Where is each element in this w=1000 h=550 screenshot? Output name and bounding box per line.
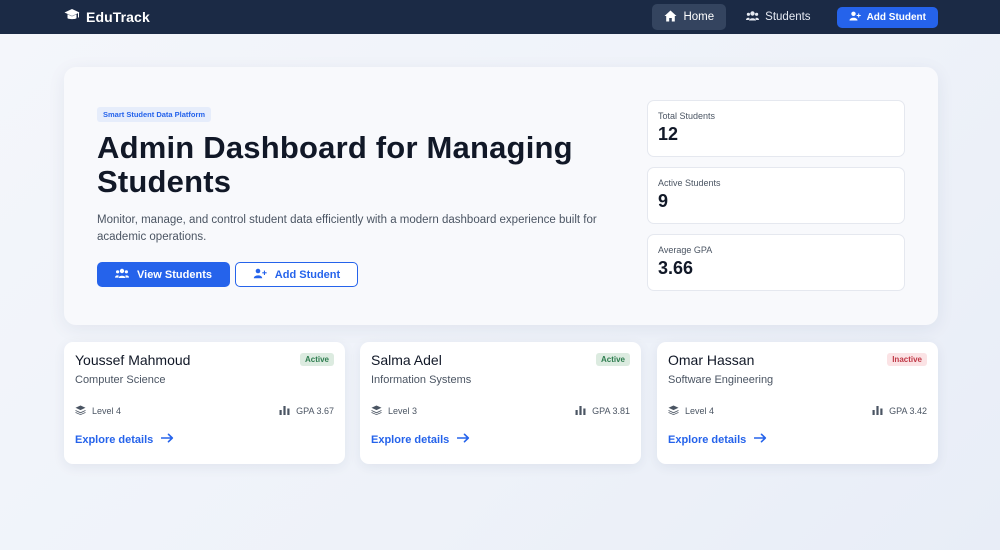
user-plus-icon	[253, 268, 267, 282]
student-gpa: GPA 3.42	[872, 405, 927, 417]
nav-links: Home Students Add Student	[652, 4, 938, 30]
student-level: Level 4	[668, 405, 714, 417]
student-name: Salma Adel	[371, 352, 442, 368]
student-major: Computer Science	[75, 374, 166, 386]
hero-description: Monitor, manage, and control student dat…	[97, 214, 597, 243]
layers-icon	[668, 405, 679, 417]
student-card: Salma Adel Active Information Systems Le…	[360, 342, 641, 464]
student-name: Youssef Mahmoud	[75, 352, 191, 368]
stat-label: Total Students	[658, 111, 716, 121]
stat-active-students: Active Students 9	[647, 167, 905, 224]
users-icon	[746, 10, 760, 25]
arrow-right-icon	[456, 433, 470, 446]
view-students-button[interactable]: View Students	[97, 262, 230, 287]
brand[interactable]: EduTrack	[64, 8, 150, 27]
status-badge: Active	[299, 353, 334, 366]
bar-chart-icon	[575, 405, 586, 417]
arrow-right-icon	[753, 433, 767, 446]
gpa-text: GPA 3.42	[889, 406, 927, 416]
student-gpa: GPA 3.67	[279, 405, 334, 417]
brand-name: EduTrack	[86, 9, 150, 25]
student-card: Youssef Mahmoud Active Computer Science …	[64, 342, 345, 464]
nav-add-student-button[interactable]: Add Student	[836, 6, 938, 28]
stat-value: 3.66	[658, 258, 694, 278]
layers-icon	[75, 405, 86, 417]
graduation-cap-icon	[64, 8, 80, 27]
arrow-right-icon	[160, 433, 174, 446]
gpa-text: GPA 3.67	[296, 406, 334, 416]
student-level: Level 4	[75, 405, 121, 417]
platform-tag: Smart Student Data Platform	[97, 107, 212, 122]
stat-value: 9	[658, 191, 669, 211]
bar-chart-icon	[279, 405, 290, 417]
add-student-label: Add Student	[274, 268, 341, 281]
student-level: Level 3	[371, 405, 417, 417]
student-card: Omar Hassan Inactive Software Engineerin…	[657, 342, 938, 464]
nav-home-link[interactable]: Home	[652, 4, 727, 30]
user-plus-icon	[849, 11, 861, 24]
users-icon	[115, 268, 129, 282]
student-major: Software Engineering	[668, 374, 774, 386]
stat-label: Average GPA	[658, 245, 713, 255]
view-students-label: View Students	[137, 268, 212, 281]
explore-label: Explore details	[371, 433, 450, 446]
nav-students-link[interactable]: Students	[734, 4, 822, 30]
nav-add-student-label: Add Student	[866, 11, 926, 23]
page-title: Admin Dashboard for Managing Students	[97, 130, 573, 199]
level-text: Level 3	[388, 406, 418, 416]
student-major: Information Systems	[371, 374, 472, 386]
home-icon	[664, 10, 677, 25]
stat-average-gpa: Average GPA 3.66	[647, 234, 905, 291]
add-student-button[interactable]: Add Student	[235, 262, 358, 287]
student-name: Omar Hassan	[668, 352, 755, 368]
nav-home-label: Home	[683, 11, 715, 23]
bar-chart-icon	[872, 405, 883, 417]
nav-students-label: Students	[765, 11, 811, 23]
status-badge: Active	[595, 353, 630, 366]
stat-label: Active Students	[658, 178, 721, 188]
hero-panel: Smart Student Data Platform Admin Dashbo…	[64, 67, 938, 325]
top-navbar: EduTrack Home Students Add Student	[0, 0, 1000, 34]
gpa-text: GPA 3.81	[592, 406, 630, 416]
level-text: Level 4	[685, 406, 715, 416]
layers-icon	[371, 405, 382, 417]
explore-label: Explore details	[75, 433, 154, 446]
student-gpa: GPA 3.81	[575, 405, 630, 417]
explore-details-link[interactable]: Explore details	[668, 433, 767, 446]
explore-label: Explore details	[668, 433, 747, 446]
level-text: Level 4	[92, 406, 122, 416]
explore-details-link[interactable]: Explore details	[75, 433, 174, 446]
status-badge: Inactive	[887, 353, 927, 366]
stat-value: 12	[658, 124, 679, 144]
stat-total-students: Total Students 12	[647, 100, 905, 157]
explore-details-link[interactable]: Explore details	[371, 433, 470, 446]
